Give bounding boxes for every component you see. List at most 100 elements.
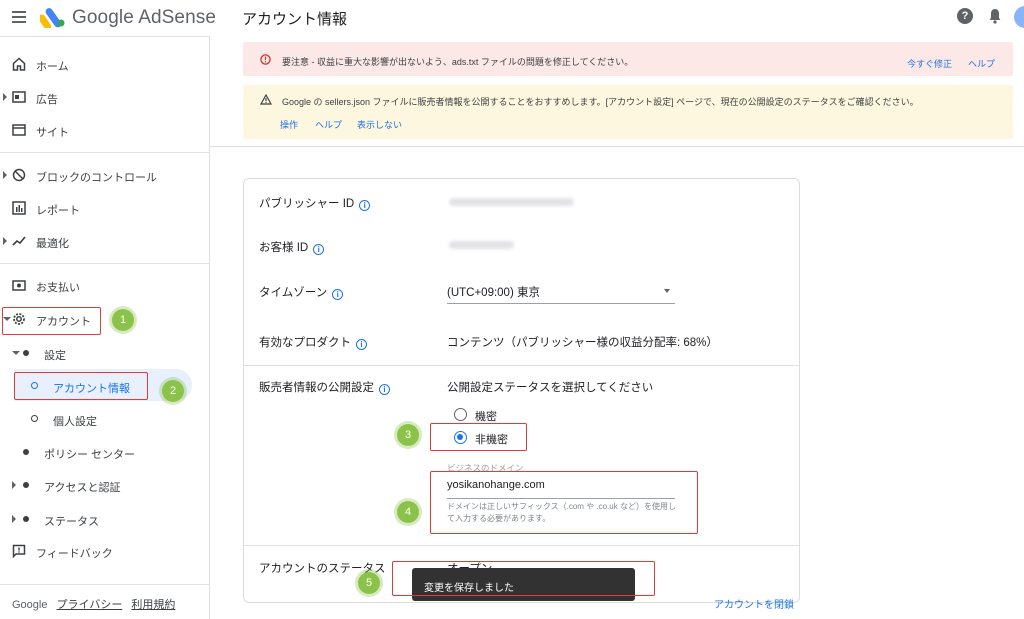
sidebar-item-blocking-controls[interactable]: ブロックのコントロール — [0, 160, 210, 190]
ads-icon — [12, 91, 26, 103]
bullet-ring-icon — [31, 415, 38, 422]
expand-caret-icon — [12, 481, 16, 489]
radio-confidential[interactable]: 機密 — [454, 407, 534, 423]
collapse-caret-icon — [12, 351, 20, 355]
sidebar-footer: Google プライバシー 利用規約 — [12, 596, 181, 612]
dropdown-arrow-icon — [664, 289, 670, 293]
annotation-box-1 — [2, 307, 101, 335]
annotation-badge-4: 4 — [397, 501, 419, 523]
sidebar-item-status[interactable]: ステータス — [0, 504, 210, 534]
sidebar-item-label: アクセスと認証 — [44, 482, 121, 494]
feedback-icon — [12, 544, 26, 558]
expand-caret-icon — [3, 93, 7, 101]
warning-dismiss-link[interactable]: 表示しない — [357, 118, 402, 131]
sidebar-top-divider — [0, 36, 210, 37]
expand-caret-icon — [12, 515, 16, 523]
radio-circle-icon — [454, 408, 467, 421]
sidebar-item-label: フィードバック — [36, 548, 113, 560]
sites-icon — [12, 124, 26, 136]
radio-confidential-label: 機密 — [475, 411, 497, 423]
customer-id-value-redacted — [449, 241, 514, 249]
sidebar-item-label: 広告 — [36, 94, 58, 106]
sidebar-item-access-auth[interactable]: アクセスと認証 — [0, 470, 210, 500]
timezone-value: (UTC+09:00) 東京 — [447, 287, 540, 299]
bullet-icon — [23, 350, 29, 356]
sidebar-divider — [0, 152, 210, 153]
sidebar-item-personal-settings[interactable]: 個人設定 — [0, 404, 210, 434]
terms-link[interactable]: 利用規約 — [131, 599, 175, 611]
sidebar-item-ads[interactable]: 広告 — [0, 82, 210, 112]
bell-icon[interactable] — [988, 8, 1002, 24]
sidebar-item-label: ブロックのコントロール — [36, 172, 157, 184]
warning-icon — [260, 94, 272, 105]
annotation-box-2 — [14, 372, 148, 400]
seller-info-label: 販売者情報の公開設定 i — [259, 379, 390, 395]
timezone-label-text: タイムゾーン — [259, 287, 328, 299]
sidebar-item-label: 個人設定 — [53, 416, 97, 428]
fix-now-link[interactable]: 今すぐ修正 — [907, 57, 952, 70]
close-account-link[interactable]: アカウントを閉鎖 — [714, 596, 794, 611]
info-icon[interactable]: i — [379, 384, 390, 395]
info-icon[interactable]: i — [332, 289, 344, 300]
home-icon — [12, 57, 26, 71]
sidebar-item-feedback[interactable]: フィードバック — [0, 536, 210, 566]
sidebar-item-label: ステータス — [44, 516, 99, 528]
error-help-link[interactable]: ヘルプ — [968, 57, 995, 70]
error-banner-text: 要注意 - 収益に重大な影響が出ないよう、ads.txt ファイルの問題を修正し… — [282, 57, 634, 67]
privacy-link[interactable]: プライバシー — [57, 599, 123, 611]
report-icon — [12, 201, 26, 215]
info-icon[interactable]: i — [359, 200, 371, 211]
menu-icon[interactable] — [12, 11, 26, 23]
annotation-box-4 — [430, 471, 698, 534]
warning-action-link[interactable]: 操作 — [280, 118, 298, 131]
annotation-badge-2: 2 — [162, 380, 184, 402]
bullet-icon — [23, 516, 29, 522]
expand-caret-icon — [3, 171, 7, 179]
sidebar-item-policy-center[interactable]: ポリシー センター — [0, 437, 210, 467]
sidebar-item-sites[interactable]: サイト — [0, 115, 210, 145]
error-icon — [260, 54, 271, 65]
sidebar-item-settings[interactable]: 設定 — [0, 338, 210, 368]
sidebar-item-label: お支払い — [36, 282, 80, 294]
annotation-box-3 — [430, 423, 527, 451]
sellers-json-warning-banner: Google の sellers.json ファイルに販売者情報を公開することを… — [243, 85, 1013, 139]
sidebar-divider — [0, 263, 210, 264]
account-info-card: パブリッシャー ID i お客様 ID i タイムゾーン i (UTC+09:00) … — [243, 178, 800, 603]
timezone-label: タイムゾーン i — [259, 284, 344, 300]
sidebar-item-label: サイト — [36, 127, 69, 139]
sidebar-item-label: 最適化 — [36, 238, 69, 250]
content-divider — [210, 146, 1024, 147]
block-icon — [12, 168, 26, 182]
top-app-bar: Google AdSense アカウント情報 ? — [0, 0, 1024, 36]
publisher-id-label-text: パブリッシャー ID — [259, 198, 355, 210]
sidebar-item-label: 設定 — [44, 350, 66, 362]
brand-title: Google AdSense — [72, 7, 216, 29]
brand-google: Google — [72, 7, 134, 28]
sidebar-item-reports[interactable]: レポート — [0, 193, 210, 223]
card-divider — [244, 365, 799, 366]
sidebar-item-optimization[interactable]: 最適化 — [0, 226, 210, 256]
sidebar-item-label: ポリシー センター — [44, 449, 136, 461]
annotation-badge-1: 1 — [112, 309, 134, 331]
brand-product: AdSense — [138, 7, 217, 28]
info-icon[interactable]: i — [356, 339, 367, 350]
seller-info-label-text: 販売者情報の公開設定 — [259, 382, 374, 394]
active-products-value: コンテンツ（パブリッシャー様の収益分配率: 68%） — [447, 337, 718, 349]
info-icon[interactable]: i — [313, 244, 325, 255]
adsense-logo-icon — [40, 8, 65, 28]
active-products-label-text: 有効なプロダクト — [259, 337, 351, 349]
warning-help-link[interactable]: ヘルプ — [315, 118, 342, 131]
help-icon[interactable]: ? — [957, 8, 973, 24]
annotation-badge-3: 3 — [397, 424, 419, 446]
sidebar-divider — [0, 584, 210, 585]
sidebar-item-home[interactable]: ホーム — [0, 49, 210, 79]
timezone-select[interactable]: (UTC+09:00) 東京 — [447, 276, 675, 304]
bullet-icon — [23, 482, 29, 488]
avatar[interactable] — [1014, 6, 1024, 28]
sidebar-item-label: レポート — [36, 205, 80, 217]
sidebar-item-payments[interactable]: お支払い — [0, 270, 210, 300]
warning-banner-text: Google の sellers.json ファイルに販売者情報を公開することを… — [282, 97, 919, 107]
payments-icon — [12, 280, 26, 291]
footer-google: Google — [12, 599, 48, 611]
customer-id-label: お客様 ID i — [259, 239, 325, 255]
